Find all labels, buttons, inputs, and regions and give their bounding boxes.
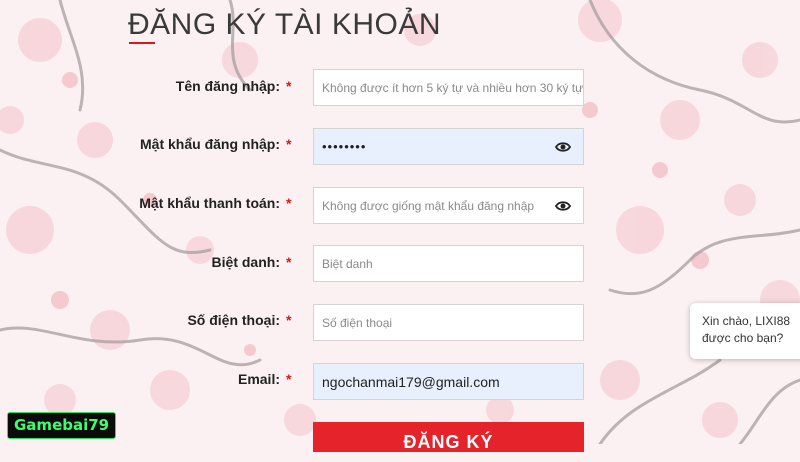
required-mark: *: [286, 371, 292, 387]
login-password-input[interactable]: ••••••••: [313, 128, 584, 165]
required-mark: *: [286, 136, 292, 152]
nickname-input[interactable]: Biệt danh: [313, 245, 584, 282]
nickname-placeholder: Biệt danh: [322, 256, 373, 271]
title-underline: [129, 42, 155, 44]
chat-line-1: Xin chào, LIXI88: [702, 314, 791, 328]
chat-popup[interactable]: Xin chào, LIXI88 được cho bạn?: [690, 303, 800, 359]
required-mark: *: [286, 195, 292, 211]
phone-placeholder: Số điện thoại: [322, 315, 393, 330]
nickname-label: Biệt danh:: [211, 254, 280, 270]
required-mark: *: [286, 312, 292, 328]
username-placeholder: Không được ít hơn 5 ký tự và nhiều hơn 3…: [322, 80, 584, 95]
register-button[interactable]: ĐĂNG KÝ: [313, 422, 584, 452]
login-password-value: ••••••••: [322, 139, 367, 154]
eye-icon[interactable]: [555, 199, 571, 213]
payment-password-input[interactable]: Không được giống mật khẩu đăng nhập: [313, 187, 584, 224]
phone-input[interactable]: Số điện thoại: [313, 304, 584, 341]
login-password-label: Mật khẩu đăng nhập:: [140, 136, 280, 152]
eye-icon[interactable]: [555, 140, 571, 154]
required-mark: *: [286, 78, 292, 94]
page-title: ĐĂNG KÝ TÀI KHOẢN: [128, 8, 442, 41]
payment-password-placeholder: Không được giống mật khẩu đăng nhập: [322, 198, 535, 213]
required-mark: *: [286, 254, 292, 270]
email-label: Email:: [237, 371, 280, 387]
username-label: Tên đăng nhập:: [175, 78, 280, 94]
watermark-logo: Gamebai79: [7, 412, 117, 439]
payment-password-label: Mật khẩu thanh toán:: [139, 195, 280, 211]
phone-label: Số điện thoại:: [187, 312, 280, 328]
username-input[interactable]: Không được ít hơn 5 ký tự và nhiều hơn 3…: [313, 69, 584, 106]
chat-line-2: được cho bạn?: [702, 331, 784, 345]
email-value: ngochanmai179@gmail.com: [322, 373, 500, 390]
email-input[interactable]: ngochanmai179@gmail.com: [313, 363, 584, 400]
